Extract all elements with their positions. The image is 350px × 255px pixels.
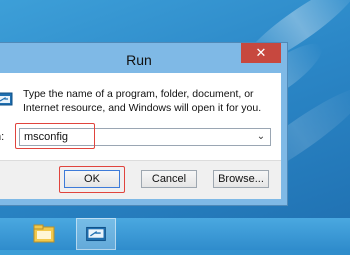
browse-button[interactable]: Browse... (213, 170, 269, 188)
button-bar: OK Cancel Browse... (0, 160, 281, 199)
cancel-button[interactable]: Cancel (141, 170, 197, 188)
run-dialog-icon (86, 226, 106, 242)
dialog-body: Type the name of a program, folder, docu… (0, 73, 281, 199)
close-button[interactable]: ✕ (241, 43, 281, 63)
dialog-description: Type the name of a program, folder, docu… (23, 88, 262, 114)
chevron-down-icon[interactable]: ⌄ (255, 130, 267, 144)
open-label: n: (0, 131, 5, 143)
taskbar-item-file-explorer[interactable] (24, 218, 64, 250)
taskbar (0, 218, 350, 250)
taskbar-item-run[interactable] (76, 218, 116, 250)
ok-highlight-box (59, 166, 125, 193)
close-icon[interactable]: ✕ (256, 45, 267, 60)
input-highlight-box (15, 123, 95, 149)
start-edge[interactable] (0, 218, 14, 250)
run-dialog: Run ✕ Type the name of a program, folder… (0, 42, 288, 206)
run-icon (0, 92, 13, 106)
file-explorer-icon (33, 224, 55, 243)
